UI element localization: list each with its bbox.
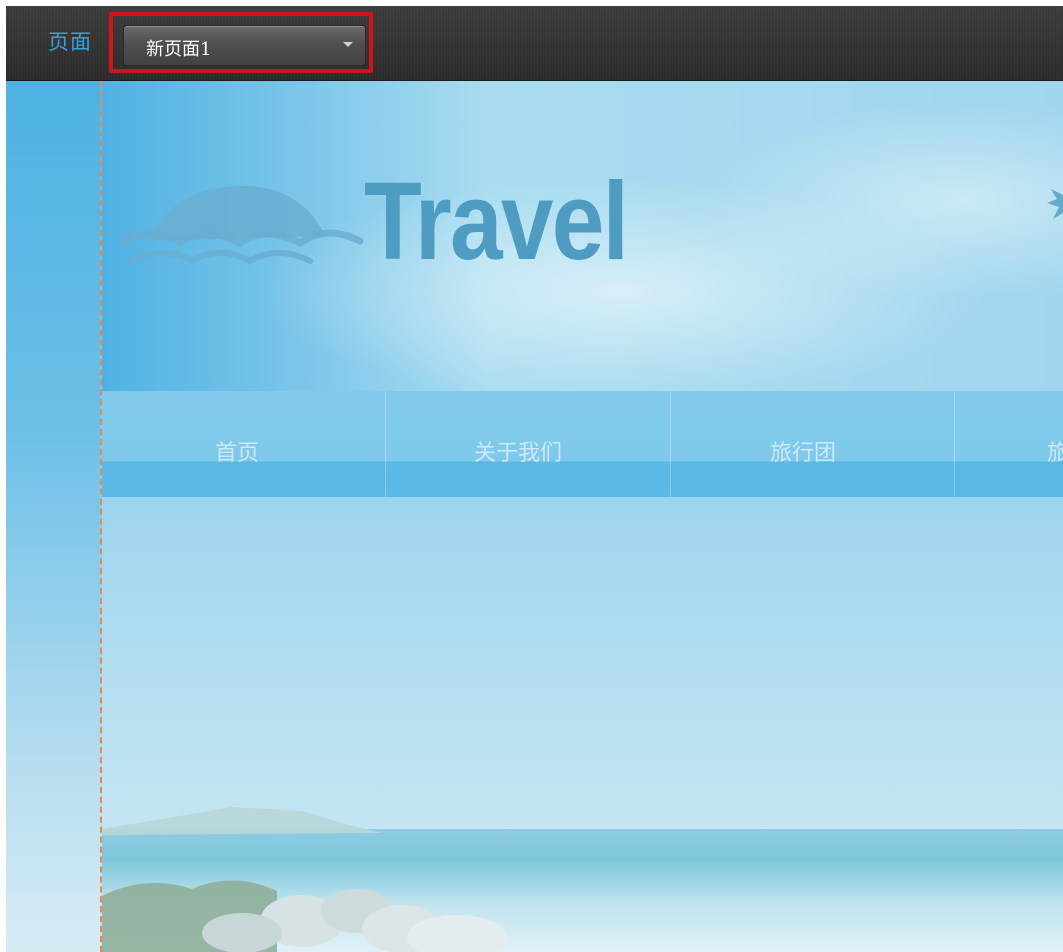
- caret-down-icon: [343, 42, 353, 47]
- palm-tree-icon: [1047, 189, 1063, 219]
- editor-toolbar: 页面 新页面1: [6, 6, 1063, 81]
- site-nav: 首页 关于我们 旅行团 旅: [102, 391, 1063, 497]
- site-header: Travel: [102, 81, 1063, 391]
- nav-item-truncated[interactable]: 旅: [955, 391, 1063, 497]
- nav-item-tours[interactable]: 旅行团: [671, 391, 955, 497]
- canvas-margin: [6, 81, 100, 952]
- island-image: [102, 807, 382, 835]
- page-preview[interactable]: Travel 首页 关于我们 旅行团 旅: [102, 81, 1063, 952]
- editor-canvas[interactable]: Travel 首页 关于我们 旅行团 旅: [6, 81, 1063, 952]
- nav-item-home[interactable]: 首页: [102, 391, 386, 497]
- nav-item-label: 首页: [215, 441, 260, 466]
- page-select-dropdown[interactable]: 新页面1: [123, 25, 366, 66]
- nav-item-about[interactable]: 关于我们: [386, 391, 671, 497]
- page-label: 页面: [48, 30, 92, 54]
- sunset-wave-icon: [120, 186, 364, 265]
- rocks-image: [102, 880, 507, 952]
- nav-item-label: 关于我们: [474, 441, 563, 466]
- site-logo-text: Travel: [364, 160, 629, 283]
- page-select-value: 新页面1: [146, 39, 212, 60]
- nav-item-label: 旅: [1047, 441, 1063, 466]
- nav-item-label: 旅行团: [770, 441, 837, 466]
